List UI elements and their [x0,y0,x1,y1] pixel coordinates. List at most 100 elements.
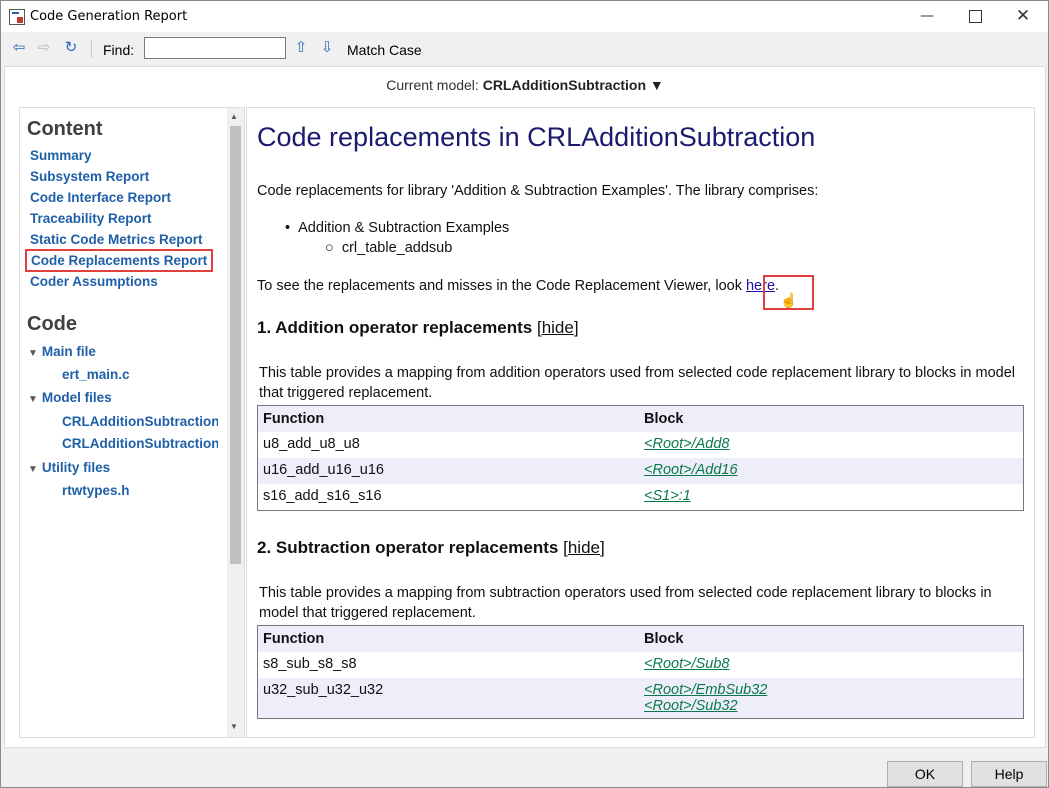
help-button[interactable]: Help [971,761,1047,787]
block-cell: <Root>/Add16 [639,458,1024,484]
function-cell: s8_sub_s8_s8 [263,656,357,672]
expand-triangle-icon: ▼ [28,348,38,359]
tree-main-file-label: Main file [41,344,96,359]
find-next-arrow-icon[interactable]: ⇩ [318,39,336,57]
section-title-addition: 1. Addition operator replacements [257,318,533,337]
file-link-model-header[interactable]: CRLAdditionSubtraction [62,436,218,451]
match-case-option[interactable]: Match Case [347,42,422,58]
title-bar: Code Generation Report — ✕ [1,1,1048,32]
function-cell: u8_add_u8_u8 [263,436,360,452]
tree-model-files[interactable]: ▼ Model files [28,390,112,405]
file-link-ert-main[interactable]: ert_main.c [62,367,218,382]
block-cell: <S1>:1 [639,484,1024,511]
table-header-row: Function Block [257,625,1024,652]
subtraction-replacements-table: Function Block s8_sub_s8_s8 <Root>/Sub8 … [257,625,1024,719]
expand-triangle-icon: ▼ [28,464,38,475]
block-link[interactable]: <Root>/EmbSub32 [644,682,767,698]
refresh-icon[interactable]: ↻ [62,39,80,57]
table-header-row: Function Block [257,405,1024,432]
scroll-down-arrow-icon[interactable]: ▼ [230,722,238,731]
window-title: Code Generation Report [30,9,188,24]
column-header-function: Function [257,405,639,432]
block-cell: <Root>/EmbSub32 <Root>/Sub32 [639,678,1024,719]
section-heading-addition: 1. Addition operator replacements [hide] [257,318,579,338]
navigation-pane: Content Summary Subsystem Report Code In… [19,107,245,738]
find-input[interactable] [144,37,286,59]
tree-utility-files[interactable]: ▼ Utility files [28,460,110,475]
table-row: s8_sub_s8_s8 <Root>/Sub8 [258,652,1024,678]
hide-link-addition[interactable]: hide [542,318,574,337]
table-row: u16_add_u16_u16 <Root>/Add16 [257,458,1024,484]
file-link-rtwtypes[interactable]: rtwtypes.h [62,483,218,498]
addition-replacements-table: Function Block u8_add_u8_u8 <Root>/Add8 … [257,405,1024,511]
block-link[interactable]: <Root>/Sub8 [644,656,729,672]
hand-cursor-icon: ☝ [780,292,798,308]
library-subitem-name: crl_table_addsub [341,240,453,256]
function-cell: u16_add_u16_u16 [257,458,639,484]
function-cell: u32_sub_u32_u32 [257,678,639,719]
column-header-block: Block [639,625,1024,652]
current-model-bar: Current model: CRLAdditionSubtraction ▼ [5,77,1045,93]
scroll-up-arrow-icon[interactable]: ▲ [230,112,238,121]
find-previous-arrow-icon[interactable]: ⇧ [292,39,310,57]
nav-link-summary[interactable]: Summary [30,148,92,163]
library-sub-list-item: ○ crl_table_addsub [325,240,453,256]
block-link[interactable]: <Root>/Add8 [644,436,729,452]
nav-scrollbar[interactable]: ▲ ▼ [227,108,244,737]
function-cell: s16_add_s16_s16 [263,488,382,504]
nav-link-code-replacements-report[interactable]: Code Replacements Report [25,249,214,272]
report-app-icon [9,9,25,25]
minimize-button[interactable]: — [904,1,950,32]
block-link[interactable]: <Root>/Add16 [644,462,738,478]
block-link[interactable]: <Root>/Sub32 [644,698,738,714]
report-content: Code replacements in CRLAdditionSubtract… [246,107,1035,738]
close-button[interactable]: ✕ [1000,1,1046,32]
code-heading: Code [27,313,77,335]
table-row: u32_sub_u32_u32 <Root>/EmbSub32 <Root>/Su… [257,678,1024,719]
maximize-icon [968,9,982,23]
page-title: Code replacements in CRLAdditionSubtract… [257,122,816,152]
tree-main-file[interactable]: ▼ Main file [28,344,96,359]
library-item-name: Addition & Subtraction Examples [298,220,510,236]
tree-utility-files-label: Utility files [41,460,111,475]
section-title-subtraction: 2. Subtraction operator replacements [257,538,559,557]
nav-link-subsystem-report[interactable]: Subsystem Report [30,169,149,184]
tree-model-files-label: Model files [41,390,112,405]
ok-button[interactable]: OK [887,761,963,787]
hide-link-wrapper: [hide] [563,538,605,557]
block-cell: <Root>/Sub8 [639,652,1024,678]
model-dropdown-arrow-icon[interactable]: ▼ [650,77,664,93]
report-window: Code Generation Report — ✕ ⇦ ⇨ ↻ Find: ⇧… [0,0,1049,788]
section-heading-subtraction: 2. Subtraction operator replacements [hi… [257,538,605,558]
section-description-subtraction: This table provides a mapping from subtr… [259,585,992,621]
hide-link-wrapper: [hide] [536,318,579,337]
scrollbar-thumb[interactable] [230,126,241,564]
viewer-text: To see the replacements and misses in th… [257,278,779,294]
nav-link-traceability-report[interactable]: Traceability Report [30,211,152,226]
expand-triangle-icon: ▼ [28,394,38,405]
block-cell: <Root>/Add8 [639,432,1024,458]
block-link[interactable]: <S1>:1 [644,488,691,504]
column-header-function: Function [257,625,639,652]
library-list-item: • Addition & Subtraction Examples [285,220,510,236]
nav-link-static-code-metrics-report[interactable]: Static Code Metrics Report [30,232,203,247]
report-main-panel: Current model: CRLAdditionSubtraction ▼ … [4,66,1046,748]
content-heading: Content [27,118,103,140]
current-model-name[interactable]: CRLAdditionSubtraction [483,77,646,93]
hide-link-subtraction[interactable]: hide [568,538,600,557]
toolbar-separator [91,40,92,58]
find-label: Find: [103,42,135,58]
table-row: u8_add_u8_u8 <Root>/Add8 [258,432,1024,458]
column-header-block: Block [639,405,1024,432]
maximize-button[interactable] [952,1,998,32]
forward-arrow-icon[interactable]: ⇨ [35,39,53,57]
viewer-text-body: To see the replacements and misses in th… [257,278,746,294]
section-description-addition: This table provides a mapping from addit… [259,365,1015,401]
nav-link-code-interface-report[interactable]: Code Interface Report [30,190,171,205]
table-row: s16_add_s16_s16 <S1>:1 [258,484,1024,511]
back-arrow-icon[interactable]: ⇦ [10,39,28,57]
nav-link-coder-assumptions[interactable]: Coder Assumptions [30,274,158,289]
file-link-model-source[interactable]: CRLAdditionSubtraction [62,414,218,429]
current-model-label: Current model: [386,77,479,93]
toolbar: ⇦ ⇨ ↻ Find: ⇧ ⇩ Match Case [1,34,1048,64]
